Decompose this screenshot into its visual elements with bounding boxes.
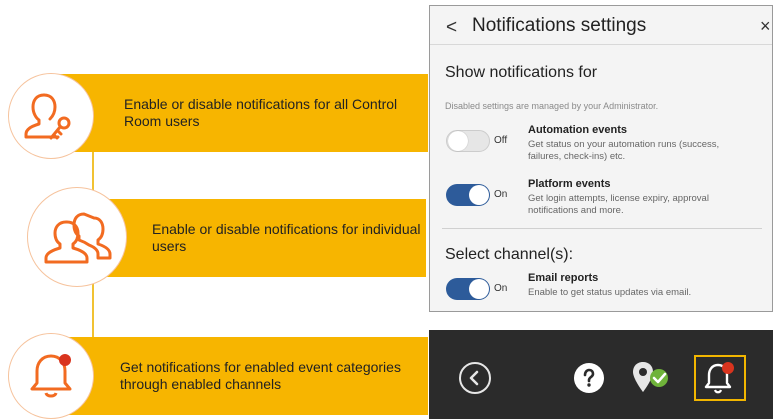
toggle-knob [448, 131, 468, 151]
bell-notification-icon[interactable] [694, 355, 746, 401]
bell-with-dot-icon [8, 333, 94, 419]
notifications-settings-panel: < Notifications settings × Show notifica… [429, 5, 773, 312]
callout-text: Enable or disable notifications for indi… [152, 221, 421, 254]
toggle-state-label: Off [494, 135, 508, 146]
location-check-icon[interactable] [631, 360, 671, 396]
panel-header: < Notifications settings × [430, 6, 772, 45]
callout-row-all-users: Enable or disable notifications for all … [50, 74, 428, 152]
setting-title: Email reports [528, 272, 599, 284]
automation-events-toggle[interactable] [446, 130, 490, 152]
back-circle-icon[interactable] [459, 362, 491, 394]
setting-title: Automation events [528, 124, 628, 136]
section-divider [442, 228, 762, 229]
bottom-toolbar [429, 330, 773, 419]
back-chevron-icon[interactable]: < [446, 17, 457, 39]
panel-title: Notifications settings [472, 15, 647, 36]
platform-events-toggle[interactable] [446, 184, 490, 206]
toggle-knob [469, 185, 489, 205]
setting-description: Enable to get status updates via email. [528, 287, 692, 298]
callout-text: Get notifications for enabled event cate… [120, 359, 401, 392]
setting-title: Platform events [528, 178, 611, 190]
help-icon[interactable] [574, 363, 604, 393]
user-key-icon [8, 73, 94, 159]
select-channel-heading: Select channel(s): [445, 246, 574, 263]
setting-description: Get login attempts, license expiry, appr… [528, 193, 709, 216]
setting-description: Get status on your automation runs (succ… [528, 139, 720, 162]
email-reports-toggle[interactable] [446, 278, 490, 300]
admin-note: Disabled settings are managed by your Ad… [445, 101, 659, 111]
toggle-knob [469, 279, 489, 299]
callout-row-event-channels: Get notifications for enabled event cate… [50, 337, 428, 415]
users-icon [27, 187, 127, 287]
show-notifications-heading: Show notifications for [445, 64, 598, 81]
toggle-state-label: On [494, 283, 508, 294]
callout-text: Enable or disable notifications for all … [124, 96, 398, 129]
close-icon[interactable]: × [760, 16, 771, 37]
toggle-state-label: On [494, 189, 508, 200]
